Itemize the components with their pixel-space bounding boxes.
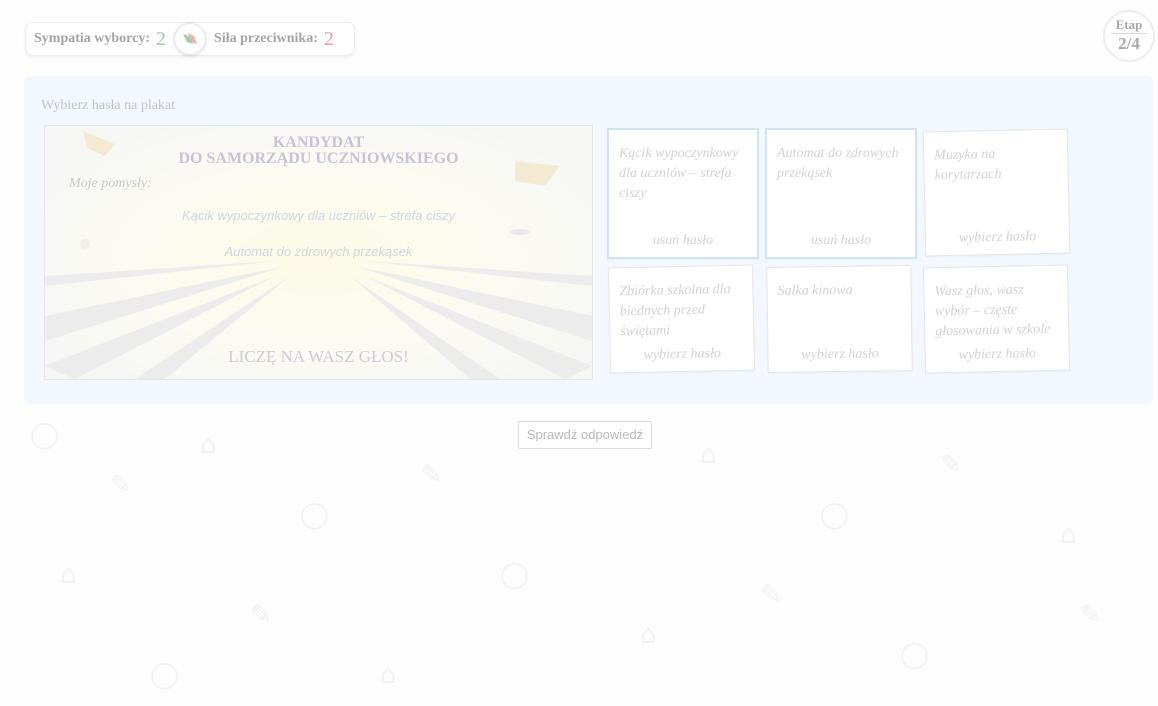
versus-icon (174, 23, 207, 55)
choose-slogan-button[interactable]: wybierz hasło (768, 346, 911, 364)
opponent-strength-label: Siła przeciwnika: (214, 31, 318, 46)
poster-footer: LICZĘ NA WASZ GŁOS! (228, 347, 409, 366)
poster-idea-2: Automat do zdrowych przekąsek (224, 244, 413, 259)
stage-indicator: Etap 2/4 (1103, 10, 1155, 62)
choose-slogan-button[interactable]: wybierz hasło (611, 345, 754, 364)
voter-sympathy-value: 2 (156, 27, 167, 50)
voter-sympathy-label: Sympatia wyborcy: (34, 31, 151, 46)
stage-value: 2/4 (1118, 34, 1140, 53)
score-bar: Sympatia wyborcy: 2 Siła przeciwnika: 2 (25, 22, 355, 56)
slogan-card-text: Zbiórka szkolna dla biednych przed święt… (619, 281, 731, 340)
instruction-text: Wybierz hasła na plakat (41, 98, 176, 113)
check-answer-button[interactable]: Sprawdź odpowiedź (518, 421, 652, 449)
poster-title-line2: DO SAMORZĄDU UCZNIOWSKIEGO (178, 150, 459, 167)
poster-idea-1: Kącik wypoczynkowy dla uczniów – strefa … (181, 208, 456, 223)
opponent-strength-value: 2 (323, 27, 334, 50)
remove-slogan-button[interactable]: usuń hasło (767, 233, 915, 249)
poster-title-line1: KANDYDAT (272, 134, 365, 151)
slogan-card-text: Muzyka na korytarzach (934, 147, 1002, 184)
slogan-card-charity-collection[interactable]: Zbiórka szkolna dla biednych przed święt… (607, 264, 756, 374)
slogan-card-cinema-room[interactable]: Salka kinowa wybierz hasło (766, 264, 913, 374)
slogan-card-text: Salka kinowa (777, 282, 853, 299)
poster-title: KANDYDAT DO SAMORZĄDU UCZNIOWSKIEGO (45, 135, 592, 167)
slogan-card-snack-machine[interactable]: Automat do zdrowych przekąsek usuń hasło (765, 128, 917, 259)
slogan-card-text: Automat do zdrowych przekąsek (777, 146, 899, 181)
slogan-card-frequent-voting[interactable]: Wasz głos, wasz wybór – częste głosowani… (922, 264, 1071, 374)
slogan-card-hallway-music[interactable]: Muzyka na korytarzach wybierz hasło (922, 128, 1071, 257)
choose-slogan-button[interactable]: wybierz hasło (926, 345, 1069, 364)
campaign-poster: KANDYDAT DO SAMORZĄDU UCZNIOWSKIEGO Moje… (44, 125, 593, 380)
slogan-card-text: Kącik wypoczynkowy dla uczniów – strefa … (619, 146, 739, 201)
stage-label: Etap (1115, 17, 1143, 32)
remove-slogan-button[interactable]: usuń hasło (609, 233, 757, 249)
slogan-selection-panel: Wybierz hasła na plakat KANDYDAT DO SAMO… (24, 76, 1153, 404)
choose-slogan-button[interactable]: wybierz hasło (926, 228, 1069, 247)
slogan-card-relax-corner[interactable]: Kącik wypoczynkowy dla uczniów – strefa … (607, 128, 759, 259)
slogan-card-text: Wasz głos, wasz wybór – częste głosowani… (934, 282, 1051, 340)
poster-ideas-label: Moje pomysły: (69, 176, 152, 191)
